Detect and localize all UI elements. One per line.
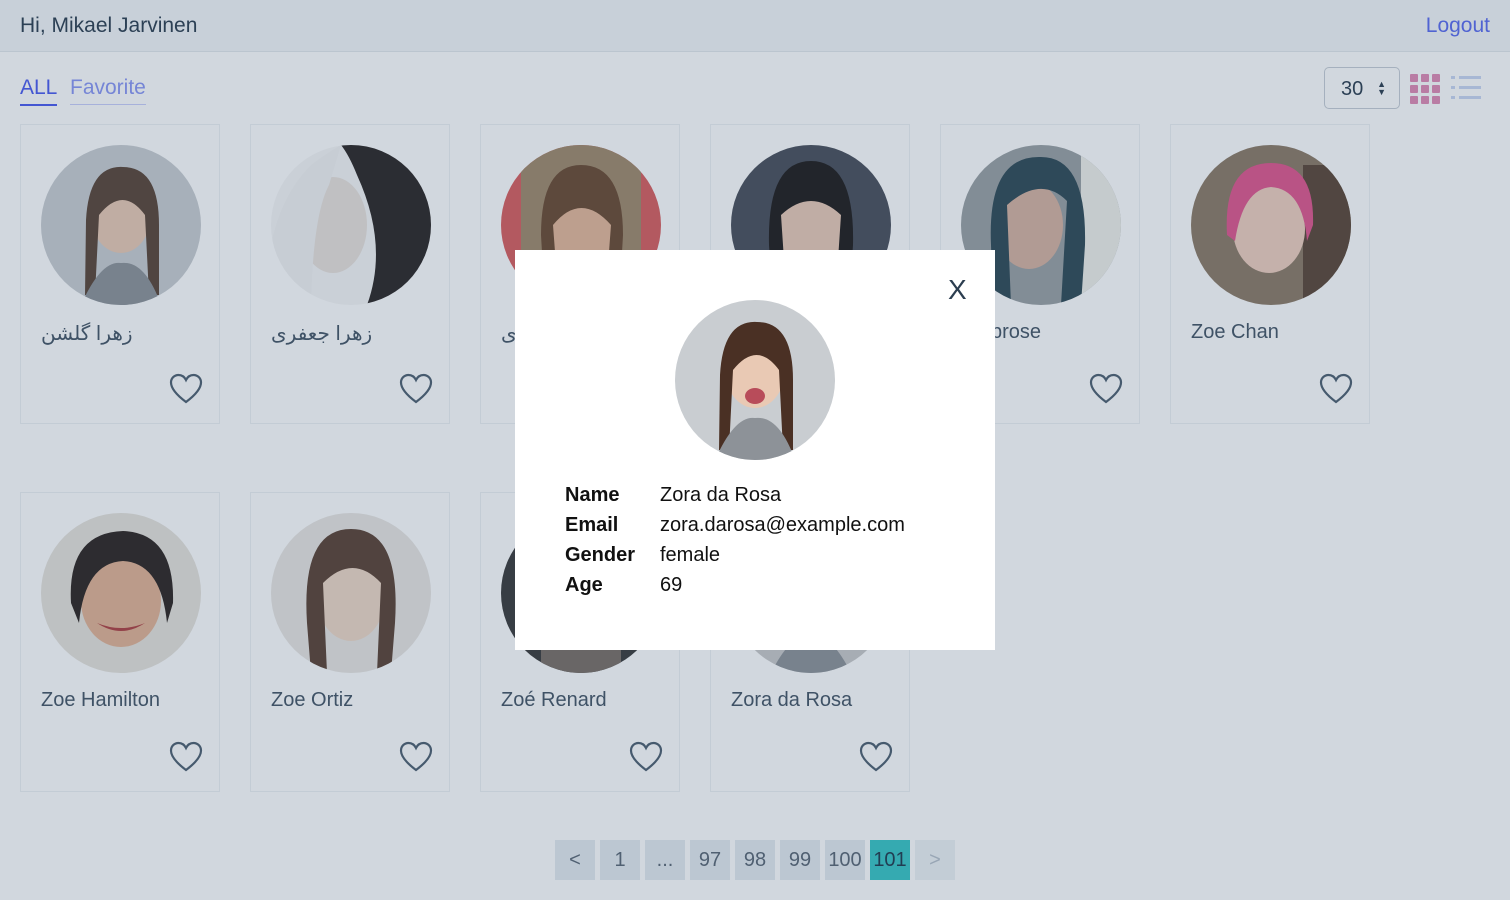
age-label: Age bbox=[565, 574, 603, 596]
gender-value: female bbox=[660, 544, 721, 566]
user-gallery-page: Hi, Mikael Jarvinen Logout ALL Favorite … bbox=[0, 0, 1510, 900]
name-label: Name bbox=[565, 484, 620, 506]
email-label: Email bbox=[565, 514, 619, 536]
email-value: zora.darosa@example.com bbox=[660, 514, 905, 536]
age-value: 69 bbox=[660, 574, 683, 596]
name-value: Zora da Rosa bbox=[660, 484, 782, 506]
gender-label: Gender bbox=[565, 544, 636, 566]
user-detail-modal: X Name Zora da Rosa Email zora.darosa@ex… bbox=[515, 250, 995, 650]
modal-avatar bbox=[675, 300, 835, 460]
close-button[interactable]: X bbox=[948, 274, 967, 306]
